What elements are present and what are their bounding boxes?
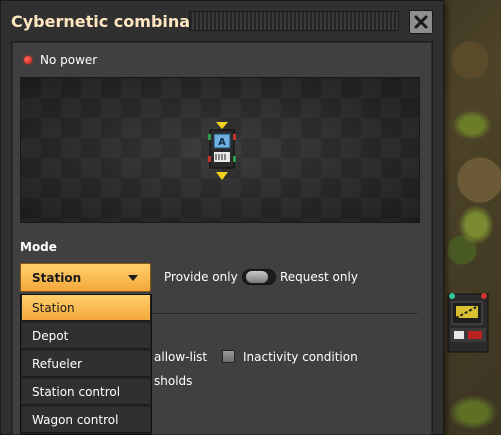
mode-option-station-control[interactable]: Station control xyxy=(22,379,150,405)
chevron-down-icon xyxy=(128,274,138,281)
allow-list-label: allow-list xyxy=(154,350,208,364)
thresholds-label: sholds xyxy=(154,374,193,388)
window-title: Cybernetic combinator xyxy=(11,11,217,31)
drag-handle[interactable] xyxy=(189,11,399,31)
switch-knob xyxy=(246,271,268,283)
close-icon xyxy=(414,15,428,29)
grass-patch xyxy=(452,110,492,140)
mode-dropdown-list: Station Depot Refueler Station control W… xyxy=(20,294,152,435)
mode-option-wagon-control[interactable]: Wagon control xyxy=(22,407,150,433)
world-combinator-entity[interactable] xyxy=(444,288,492,358)
power-status: No power xyxy=(24,52,97,68)
mode-option-refueler[interactable]: Refueler xyxy=(22,351,150,377)
status-indicator-icon xyxy=(24,56,32,64)
grass-patch xyxy=(448,395,498,430)
close-button[interactable] xyxy=(409,10,433,34)
request-only-label: Request only xyxy=(280,270,358,284)
svg-text:A: A xyxy=(218,137,226,148)
mode-section-label: Mode xyxy=(20,240,57,254)
titlebar[interactable]: Cybernetic combinator xyxy=(1,1,445,41)
mode-option-station[interactable]: Station xyxy=(22,295,150,321)
cybernetic-combinator-icon: A xyxy=(205,122,239,180)
provide-only-label: Provide only xyxy=(164,270,238,284)
mode-dropdown[interactable]: Station xyxy=(20,263,151,292)
provide-request-switch[interactable] xyxy=(242,269,276,285)
status-text: No power xyxy=(40,53,98,67)
inactivity-condition-checkbox[interactable] xyxy=(222,350,235,363)
grass-patch xyxy=(458,205,494,245)
mode-option-depot[interactable]: Depot xyxy=(22,323,150,349)
entity-preview[interactable]: A xyxy=(20,77,420,223)
mode-dropdown-value: Station xyxy=(32,270,82,285)
inactivity-condition-label: Inactivity condition xyxy=(243,350,358,364)
